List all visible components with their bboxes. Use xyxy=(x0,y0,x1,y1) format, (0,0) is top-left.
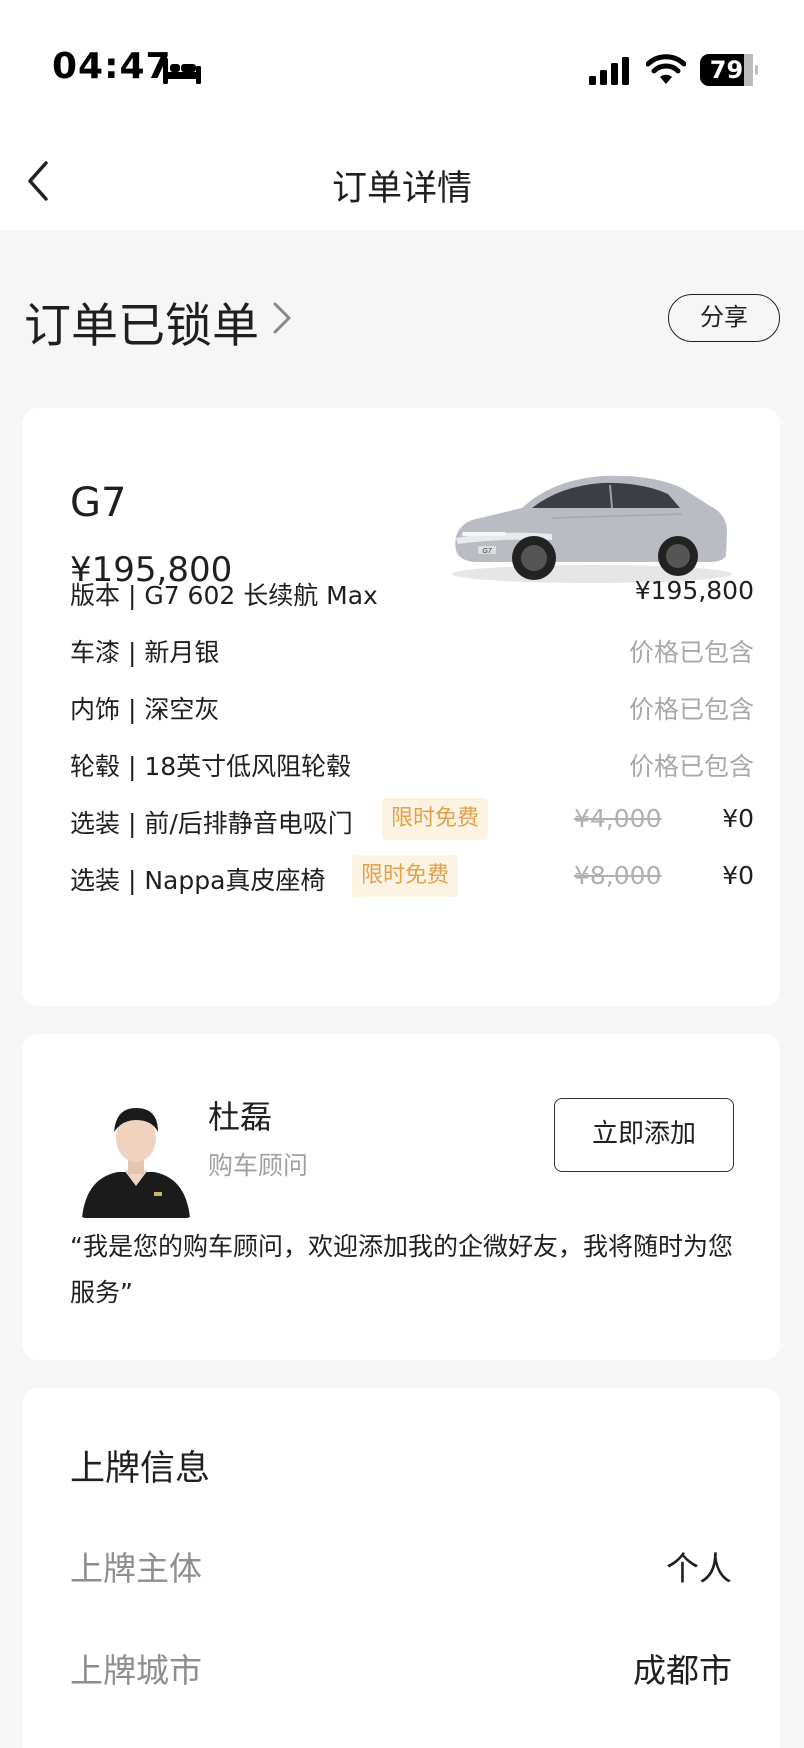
promo-badge: 限时免费 xyxy=(352,855,459,897)
config-row-wheels: 轮毂 | 18英寸低风阻轮毂 价格已包含 xyxy=(70,741,754,785)
config-price: 价格已包含 xyxy=(628,638,754,667)
car-image: G7 xyxy=(452,475,732,583)
car-model-name: G7 xyxy=(70,480,127,526)
config-row-option-doors: 选装 | 前/后排静音电吸门 限时免费 ¥4,000 ¥0 xyxy=(70,798,754,842)
wifi-icon xyxy=(646,54,686,84)
plate-info-title: 上牌信息 xyxy=(70,1449,211,1489)
config-row-paint: 车漆 | 新月银 价格已包含 xyxy=(70,627,754,671)
plate-info-card: 上牌信息 上牌主体 个人 上牌城市 成都市 xyxy=(22,1388,780,1748)
plate-city-value: 成都市 xyxy=(633,1651,732,1690)
plate-city-label: 上牌城市 xyxy=(70,1651,202,1690)
advisor-name: 杜磊 xyxy=(208,1098,273,1136)
advisor-role: 购车顾问 xyxy=(208,1151,309,1180)
chevron-right-icon[interactable] xyxy=(270,298,294,338)
promo-badge: 限时免费 xyxy=(382,798,489,840)
config-label: 车漆 | 新月银 xyxy=(70,638,220,667)
plate-owner-value: 个人 xyxy=(666,1549,732,1588)
config-price: ¥0 xyxy=(722,861,754,890)
advisor-quote: “我是您的购车顾问，欢迎添加我的企微好友，我将随时为您服务” xyxy=(70,1232,733,1307)
config-label: 选装 | 前/后排静音电吸门 xyxy=(70,809,353,838)
original-price: ¥4,000 xyxy=(574,804,662,833)
config-row-interior: 内饰 | 深空灰 价格已包含 xyxy=(70,684,754,728)
config-label: 内饰 | 深空灰 xyxy=(70,695,220,724)
config-row-option-seats: 选装 | Nappa真皮座椅 限时免费 ¥8,000 ¥0 xyxy=(70,855,754,899)
share-button[interactable]: 分享 xyxy=(668,294,780,342)
page-title: 订单详情 xyxy=(331,169,472,209)
status-time: 04:47 xyxy=(52,46,172,87)
advisor-card: 杜磊 购车顾问 立即添加 “我是您的购车顾问，欢迎添加我的企微好友，我将随时为您… xyxy=(22,1034,780,1360)
add-advisor-button[interactable]: 立即添加 xyxy=(554,1098,734,1172)
config-price: ¥0 xyxy=(722,804,754,833)
sleep-focus-icon xyxy=(163,58,201,84)
config-label: 轮毂 | 18英寸低风阻轮毂 xyxy=(70,752,352,781)
car-config-card: G7 ¥195,800 G7 版本 | G7 602 长续航 Max ¥195,… xyxy=(22,408,780,1006)
config-price: 价格已包含 xyxy=(628,752,754,781)
config-label: 版本 | G7 602 长续航 Max xyxy=(70,581,378,610)
battery-level: 79 xyxy=(709,56,744,84)
config-price: ¥195,800 xyxy=(634,576,754,605)
config-price: 价格已包含 xyxy=(628,695,754,724)
plate-owner-label: 上牌主体 xyxy=(70,1549,202,1588)
original-price: ¥8,000 xyxy=(574,861,662,890)
config-label: 选装 | Nappa真皮座椅 xyxy=(70,866,326,895)
order-status-title[interactable]: 订单已锁单 xyxy=(24,287,259,356)
avatar xyxy=(78,1082,194,1218)
car-plate-text: G7 xyxy=(482,548,492,555)
config-row-version: 版本 | G7 602 长续航 Max ¥195,800 xyxy=(70,570,754,614)
cellular-signal-icon xyxy=(589,57,629,85)
